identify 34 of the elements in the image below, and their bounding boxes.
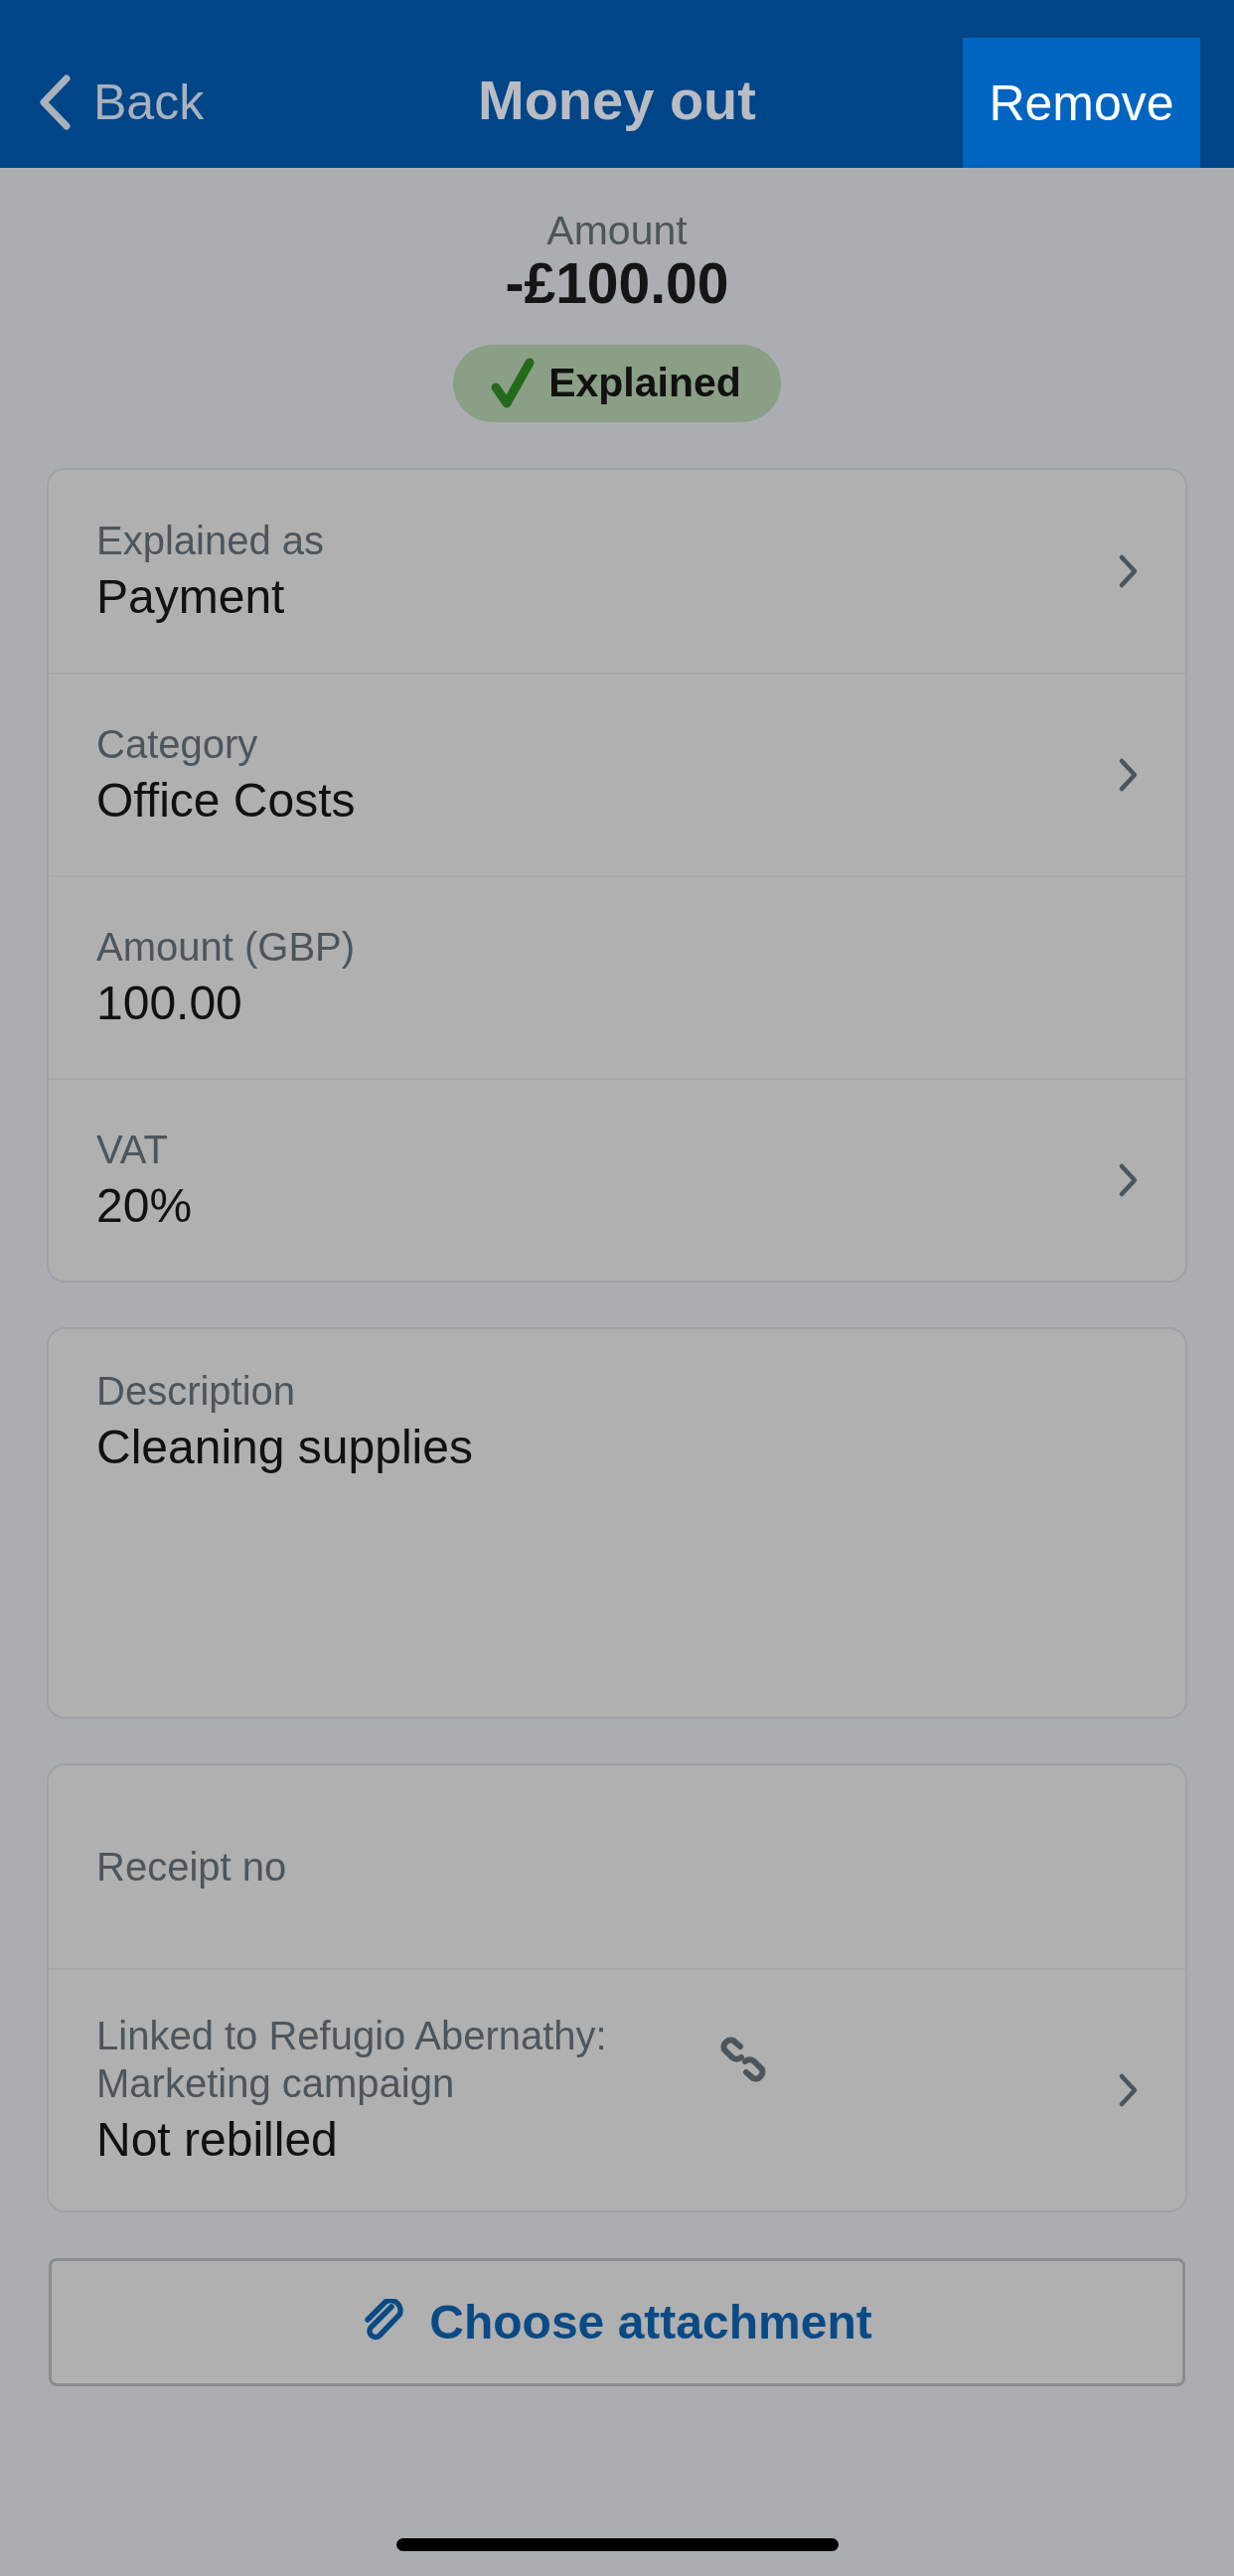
link-icon [720, 2037, 766, 2083]
field-label: Receipt no [96, 1843, 288, 1891]
chevron-right-icon [1118, 552, 1140, 589]
field-label: Explained as [96, 518, 326, 565]
field-label: Category [96, 721, 259, 769]
input-field[interactable]: Receipt no [49, 1764, 1185, 1968]
back-chevron-icon [38, 74, 72, 130]
chevron-right-icon [1118, 756, 1140, 793]
remove-button[interactable]: Remove [963, 38, 1200, 168]
select-row[interactable]: Category Office Costs [49, 672, 1185, 875]
field-value: Payment [96, 569, 286, 626]
field-label: VAT [96, 1127, 169, 1174]
checkmark-icon [491, 357, 536, 409]
input-field[interactable]: Amount (GBP) 100.00 [49, 874, 1185, 1078]
choose-attachment-button[interactable]: Choose attachment [49, 2257, 1185, 2386]
field-value: 100.00 [96, 976, 243, 1032]
screen-title: Money out [478, 69, 756, 131]
chevron-right-icon [1118, 2071, 1140, 2108]
link-row[interactable]: Linked to Refugio Abernathy: Marketing campaign Not rebilled [49, 1967, 1185, 2210]
select-row[interactable]: VAT 20% [49, 1077, 1185, 1281]
back-button[interactable]: Back [38, 73, 205, 131]
amount-value: -£100.00 [505, 252, 729, 315]
text-area[interactable]: Description Cleaning supplies [49, 1328, 1185, 1717]
field-value: Office Costs [96, 773, 357, 830]
field-value: Not rebilled [96, 2112, 339, 2169]
field-value: 20% [96, 1178, 194, 1235]
field-label: Description [96, 1367, 297, 1415]
field-label: Linked to Refugio Abernathy: Marketing campaign [96, 2013, 608, 2108]
field-label: Amount (GBP) [96, 924, 357, 972]
status-badge: Explained [453, 344, 781, 422]
chevron-right-icon [1118, 1161, 1140, 1198]
select-row[interactable]: Explained as Payment [49, 469, 1185, 673]
amount-label: Amount [546, 208, 688, 255]
field-value: Cleaning supplies [96, 1419, 474, 1475]
